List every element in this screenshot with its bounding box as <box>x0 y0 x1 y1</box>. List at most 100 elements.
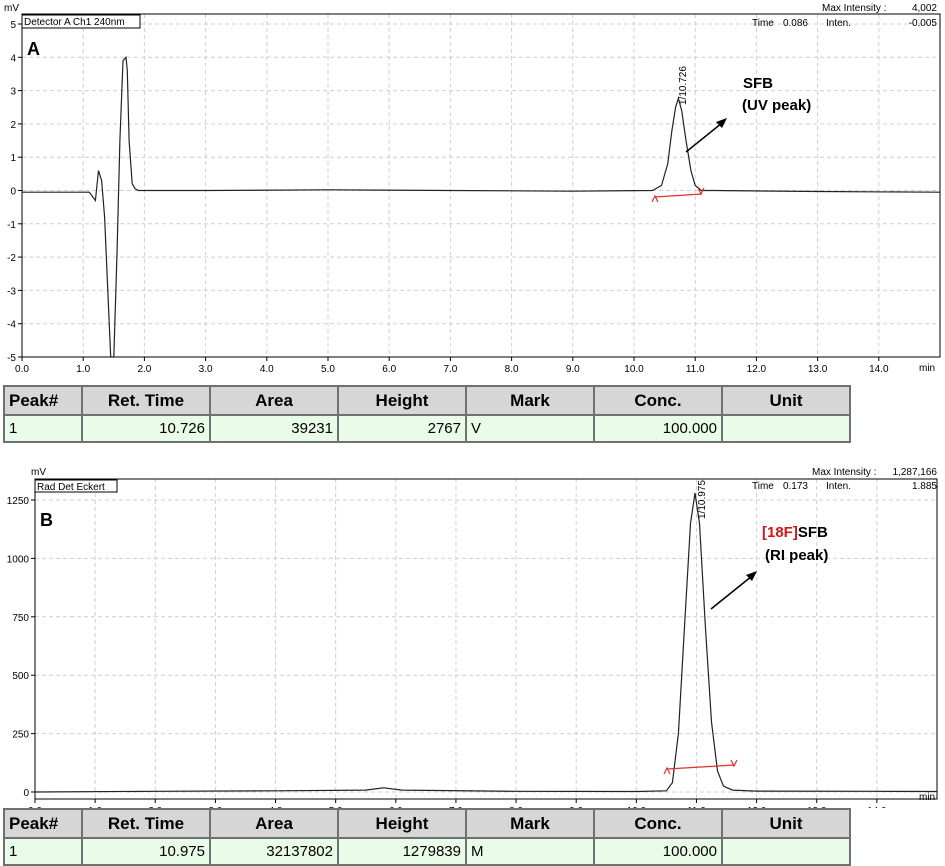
integration-baseline-b <box>666 764 736 770</box>
y-tick-label: -2 <box>7 253 16 264</box>
x-tick-label: 13.0 <box>808 364 828 375</box>
chromatogram-panel-b: 1250 1000 750 500 250 0 0.01.02.03.04.05.06.0… <box>0 463 945 866</box>
y-tick-label: 250 <box>12 730 29 741</box>
y-tick-label: 500 <box>12 671 29 682</box>
inten-value-a: -0.005 <box>909 18 938 29</box>
x-unit-b: min <box>919 792 935 803</box>
table-cell <box>721 414 851 443</box>
x-tick-label: 4.0 <box>260 364 274 375</box>
table-cell: 39231 <box>209 414 339 443</box>
peak-table-b: Peak# Ret. Time Area Height Mark Conc. Unit 11… <box>3 808 851 866</box>
x-tick-label: 2.0 <box>137 364 151 375</box>
y-tick-label: 750 <box>12 613 29 624</box>
table-row[interactable]: 1 10.975 32137802 1279839 M 100.000 <box>3 837 851 866</box>
plot-frame-a <box>21 13 941 358</box>
table-cell: 2767 <box>337 414 467 443</box>
column-header[interactable]: Mark <box>465 385 595 416</box>
table-row[interactable]: 1 10.726 39231 2767 V 100.000 <box>3 414 851 443</box>
x-tick-label: 8.0 <box>505 364 519 375</box>
table-cell: M <box>465 837 595 866</box>
time-label-a: Time <box>752 18 774 29</box>
column-header[interactable]: Area <box>209 385 339 416</box>
y-tick-label: 1 <box>10 153 16 164</box>
peak-label-a: 1/10.726 <box>678 66 689 105</box>
y-tick-label: 5 <box>10 20 16 31</box>
y-tick-label: 2 <box>10 120 16 131</box>
y-tick-label: 0 <box>23 788 29 799</box>
table-cell: 10.975 <box>81 837 211 866</box>
x-tick-label: 7.0 <box>443 364 457 375</box>
annotation-b-line1: [18F]SFB <box>762 524 828 541</box>
annotation-b-line2: (RI peak) <box>765 547 828 564</box>
detector-label-a: Detector A Ch1 240nm <box>24 17 125 28</box>
inten-label-b: Inten. <box>826 481 851 492</box>
peak-table-a: Peak# Ret. Time Area Height Mark Conc. Unit 11… <box>3 385 851 443</box>
max-intensity-label-b: Max Intensity : <box>812 467 876 478</box>
inten-label-a: Inten. <box>826 18 851 29</box>
time-value-a: 0.086 <box>783 18 808 29</box>
table-cell: 10.726 <box>81 414 211 443</box>
x-tick-label: 3.0 <box>199 364 213 375</box>
time-value-b: 0.173 <box>783 481 808 492</box>
chromatogram-a: 5 4 3 2 1 0 -1 -2 -3 -4 -5 0.0 1.0 2.0 3.0 4.0 5.0 6.0 7.… <box>4 3 941 375</box>
table-cell: 100.000 <box>593 837 723 866</box>
annotation-b-isotope: [18F] <box>762 524 798 541</box>
x-tick-label: 11.0 <box>686 364 705 375</box>
column-header[interactable]: Height <box>337 808 467 839</box>
y-tick-label: -5 <box>7 353 16 364</box>
x-tick-label: 14.0 <box>867 806 887 808</box>
y-unit-b: mV <box>31 467 46 478</box>
y-tick-label: 1000 <box>7 554 30 565</box>
panel-label-b: B <box>40 510 53 530</box>
column-header[interactable]: Unit <box>721 808 851 839</box>
annotation-b-compound: SFB <box>798 524 828 541</box>
y-unit-a: mV <box>4 3 19 14</box>
column-header[interactable]: Unit <box>721 385 851 416</box>
y-ticks-b: 1250 1000 750 500 250 0 <box>7 496 35 799</box>
table-cell: 1279839 <box>337 837 467 866</box>
column-header[interactable]: Ret. Time <box>81 385 211 416</box>
chromatogram-b: 1250 1000 750 500 250 0 0.01.02.03.04.05.06.0… <box>7 467 938 808</box>
x-tick-label: 5.0 <box>321 364 335 375</box>
peak-table-b-header: Peak# Ret. Time Area Height Mark Conc. Unit <box>3 808 851 839</box>
y-tick-label: 1250 <box>7 496 30 507</box>
column-header[interactable]: Mark <box>465 808 595 839</box>
y-ticks-a: 5 4 3 2 1 0 -1 -2 -3 -4 -5 <box>7 20 22 364</box>
table-cell: 1 <box>3 837 83 866</box>
table-cell <box>721 837 851 866</box>
max-intensity-label-a: Max Intensity : <box>822 3 886 14</box>
column-header[interactable]: Ret. Time <box>81 808 211 839</box>
x-ticks-b: 0.01.02.03.04.05.06.07.08.09.010.011.012… <box>28 799 887 808</box>
x-tick-label: 0.0 <box>15 364 29 375</box>
column-header[interactable]: Height <box>337 385 467 416</box>
detector-label-b: Rad Det Eckert <box>37 482 105 493</box>
x-tick-label: 14.0 <box>869 364 889 375</box>
column-header[interactable]: Peak# <box>3 808 83 839</box>
table-cell: 32137802 <box>209 837 339 866</box>
time-label-b: Time <box>752 481 774 492</box>
column-header[interactable]: Area <box>209 808 339 839</box>
x-tick-label: 10.0 <box>624 364 644 375</box>
peak-table-a-header: Peak# Ret. Time Area Height Mark Conc. Unit <box>3 385 851 416</box>
column-header[interactable]: Peak# <box>3 385 83 416</box>
table-cell: 100.000 <box>593 414 723 443</box>
x-tick-label: 6.0 <box>382 364 396 375</box>
y-tick-label: 0 <box>10 186 16 197</box>
annotation-a-line2: (UV peak) <box>742 97 811 114</box>
panel-label-a: A <box>27 39 40 59</box>
peak-label-b: 1/10.975 <box>697 480 708 519</box>
column-header[interactable]: Conc. <box>593 385 723 416</box>
y-tick-label: -1 <box>7 220 16 231</box>
y-tick-label: 4 <box>10 53 16 64</box>
y-tick-label: 3 <box>10 87 16 98</box>
max-intensity-value-a: 4,002 <box>912 3 937 14</box>
x-tick-label: 1.0 <box>76 364 90 375</box>
table-cell: V <box>465 414 595 443</box>
annotation-arrow-a <box>685 122 723 153</box>
x-ticks-a: 0.0 1.0 2.0 3.0 4.0 5.0 6.0 7.0 8.0 9.0 10.0 11.0 12… <box>15 357 889 375</box>
chromatogram-panel-a: 5 4 3 2 1 0 -1 -2 -3 -4 -5 0.0 1.0 2.0 3.0 4.0 5.0 6.0 7.… <box>0 0 945 443</box>
column-header[interactable]: Conc. <box>593 808 723 839</box>
y-tick-label: -3 <box>7 286 16 297</box>
x-tick-label: 12.0 <box>747 364 767 375</box>
grid-a <box>21 14 940 358</box>
